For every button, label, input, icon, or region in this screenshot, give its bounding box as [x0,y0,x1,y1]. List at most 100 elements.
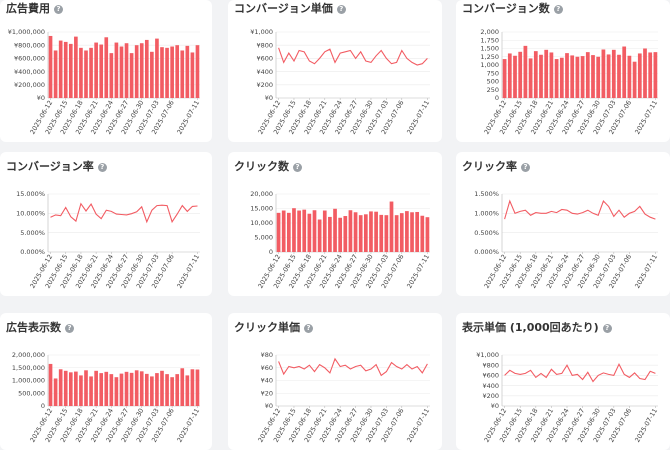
bar[interactable] [134,370,139,406]
bar[interactable] [369,211,373,252]
bar[interactable] [379,214,384,252]
bar[interactable] [276,212,281,252]
bar[interactable] [185,375,190,406]
bar[interactable] [333,208,337,252]
series-line[interactable] [278,47,428,66]
bar[interactable] [94,370,98,406]
bar[interactable] [144,373,149,406]
bar[interactable] [129,53,134,98]
bar[interactable] [190,52,195,98]
bar[interactable] [144,39,149,98]
bar[interactable] [627,55,632,98]
bar[interactable] [653,52,658,98]
bar[interactable] [539,54,543,98]
bar[interactable] [348,210,353,252]
series-line[interactable] [504,199,656,220]
bar[interactable] [549,52,554,98]
bar[interactable] [68,43,73,98]
bar[interactable] [58,369,63,406]
bar[interactable] [575,56,580,98]
bar[interactable] [94,42,98,98]
bar[interactable] [89,376,93,406]
series-line[interactable] [50,202,198,224]
bar[interactable] [533,51,538,98]
bar[interactable] [175,45,180,98]
bar[interactable] [611,49,616,98]
bar[interactable] [74,371,78,406]
bar[interactable] [292,208,296,252]
bar[interactable] [139,371,144,406]
bar[interactable] [606,54,611,98]
bar[interactable] [195,45,200,98]
bar[interactable] [185,45,190,98]
bar[interactable] [119,373,124,406]
bar[interactable] [286,212,291,252]
bar[interactable] [528,58,533,98]
bar[interactable] [195,369,200,406]
bar[interactable] [643,48,647,99]
bar[interactable] [580,56,585,98]
bar[interactable] [104,37,109,98]
bar[interactable] [420,215,425,252]
bar[interactable] [415,211,420,252]
bar[interactable] [596,56,601,98]
bar[interactable] [53,50,58,98]
bar[interactable] [338,217,343,252]
bar[interactable] [155,373,159,406]
bar[interactable] [312,210,317,252]
bar[interactable] [104,371,109,406]
bar[interactable] [139,43,144,98]
bar[interactable] [155,38,159,98]
bar[interactable] [119,46,124,98]
bar[interactable] [648,52,653,98]
bar[interactable] [601,49,606,98]
bar[interactable] [99,44,104,98]
bar[interactable] [63,370,68,406]
bar[interactable] [502,59,507,98]
bar[interactable] [343,216,348,252]
bar[interactable] [109,53,114,98]
bar[interactable] [632,61,637,98]
bar[interactable] [617,54,621,98]
bar[interactable] [374,211,378,252]
bar[interactable] [89,47,93,98]
bar[interactable] [53,378,58,406]
bar[interactable] [180,50,185,98]
bar[interactable] [513,55,517,98]
bar[interactable] [570,55,575,98]
bar[interactable] [99,373,104,406]
bar[interactable] [79,47,83,98]
bar[interactable] [399,213,404,252]
bar[interactable] [281,210,286,252]
bar[interactable] [637,53,642,98]
bar[interactable] [410,212,414,252]
bar[interactable] [134,45,139,98]
bar[interactable] [302,209,307,252]
bar[interactable] [389,201,394,252]
bar[interactable] [507,53,512,98]
bar[interactable] [160,370,164,406]
bar[interactable] [74,36,78,98]
bar[interactable] [180,368,185,406]
bar[interactable] [84,50,88,98]
bar[interactable] [425,217,430,252]
series-line[interactable] [278,357,428,377]
bar[interactable] [124,43,129,98]
bar[interactable] [363,214,368,252]
bar[interactable] [160,47,164,98]
bar[interactable] [150,51,154,98]
bar[interactable] [322,210,327,252]
bar[interactable] [48,363,53,406]
bar[interactable] [559,57,564,98]
bar[interactable] [58,40,63,98]
bar[interactable] [124,371,129,406]
bar[interactable] [591,55,595,98]
bar[interactable] [175,374,180,406]
bar[interactable] [79,375,83,406]
bar[interactable] [170,377,174,406]
bar[interactable] [394,215,399,252]
bar[interactable] [63,41,68,98]
bar[interactable] [114,377,119,406]
bar[interactable] [307,213,312,252]
bar[interactable] [523,45,528,98]
